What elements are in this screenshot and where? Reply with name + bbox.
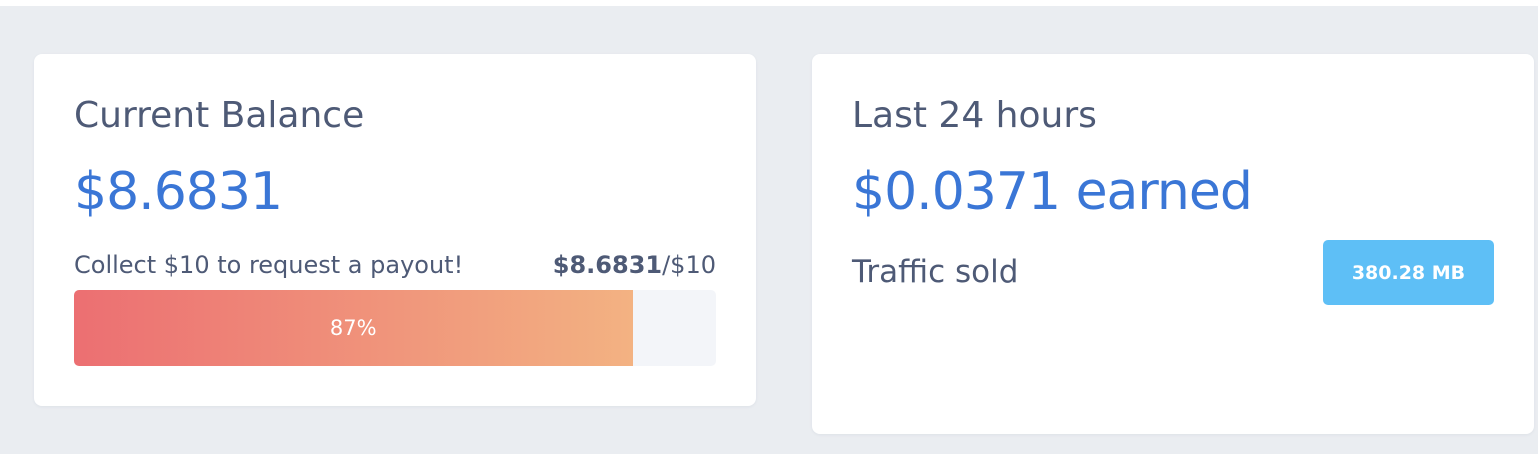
payout-progress-header: Collect $10 to request a payout! $8.6831…	[74, 250, 716, 280]
payout-progress-percent: 87%	[329, 316, 377, 340]
payout-progress-target: /$10	[662, 251, 716, 279]
current-balance-amount: $8.6831	[74, 162, 283, 222]
payout-progress-fill: 87%	[74, 290, 633, 366]
payout-progress-amount: $8.6831/$10	[553, 251, 716, 279]
current-balance-title: Current Balance	[74, 95, 365, 136]
payout-message: Collect $10 to request a payout!	[74, 251, 464, 279]
traffic-sold-label: Traffic sold	[852, 254, 1019, 290]
payout-progress-current: $8.6831	[552, 251, 663, 279]
payout-progress-bar: 87%	[74, 290, 716, 366]
traffic-sold-badge: 380.28 MB	[1323, 240, 1494, 305]
earned-amount: $0.0371 earned	[852, 162, 1253, 222]
current-balance-card: Current Balance $8.6831 Collect $10 to r…	[34, 54, 756, 406]
last-24-hours-card: Last 24 hours $0.0371 earned Traffic sol…	[812, 54, 1534, 434]
top-bar	[0, 0, 1538, 6]
last-24-hours-title: Last 24 hours	[852, 95, 1097, 136]
